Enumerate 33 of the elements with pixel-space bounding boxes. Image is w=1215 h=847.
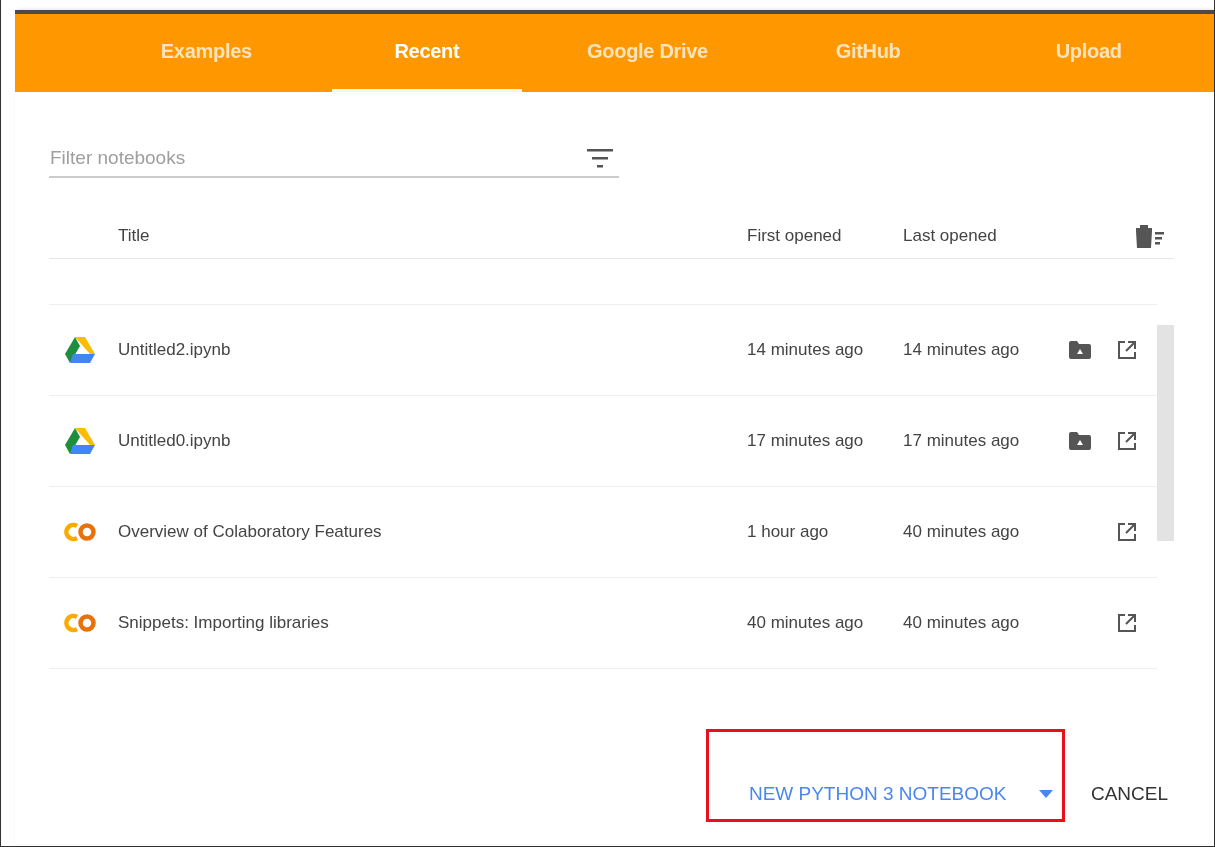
caret-icon: [1038, 790, 1053, 798]
table-cell-text: 1 hour ago: [747, 522, 830, 542]
table-cell-text: 14 minutes ago: [747, 340, 865, 360]
table-cell-text: 17 minutes ago: [903, 431, 1021, 451]
open-in-new-icon[interactable]: [1117, 613, 1137, 633]
drive-folder-icon[interactable]: [1069, 432, 1091, 450]
notebook-title[interactable]: Overview of Colaboratory Features: [118, 522, 747, 542]
column-header: Last opened: [903, 226, 998, 246]
tab[interactable]: Recent: [331, 14, 523, 92]
drive-folder-icon[interactable]: [1069, 341, 1091, 359]
colab-icon: [62, 613, 97, 633]
column-header: First opened: [747, 226, 843, 246]
notebook-title[interactable]: Untitled2.ipynb: [118, 340, 747, 360]
scrollbar-thumb[interactable]: [1157, 325, 1174, 541]
open-in-new-icon[interactable]: [1117, 340, 1137, 360]
open-in-new-icon[interactable]: [1117, 431, 1137, 451]
colab-icon: [62, 522, 97, 542]
table-cell-text: 40 minutes ago: [903, 522, 1021, 542]
drive-icon: [64, 427, 95, 455]
filter-icon[interactable]: [587, 148, 613, 168]
delete-list-icon[interactable]: [1134, 224, 1164, 248]
column-header: Title: [118, 226, 151, 246]
new-notebook-button[interactable]: NEW PYTHON 3 NOTEBOOK: [748, 783, 1053, 805]
open-in-new-icon[interactable]: [1117, 522, 1137, 542]
table-cell-text: 40 minutes ago: [747, 613, 865, 633]
notebook-title[interactable]: Untitled0.ipynb: [118, 431, 747, 451]
drive-icon: [64, 336, 95, 364]
table-cell-text: 14 minutes ago: [903, 340, 1021, 360]
table-cell-text: 17 minutes ago: [747, 431, 865, 451]
filter-field[interactable]: Filter notebooks: [49, 147, 587, 169]
cancel-button[interactable]: CANCEL: [1090, 783, 1174, 822]
notebook-title[interactable]: Snippets: Importing libraries: [118, 613, 747, 633]
table-cell-text: 40 minutes ago: [903, 613, 1021, 633]
